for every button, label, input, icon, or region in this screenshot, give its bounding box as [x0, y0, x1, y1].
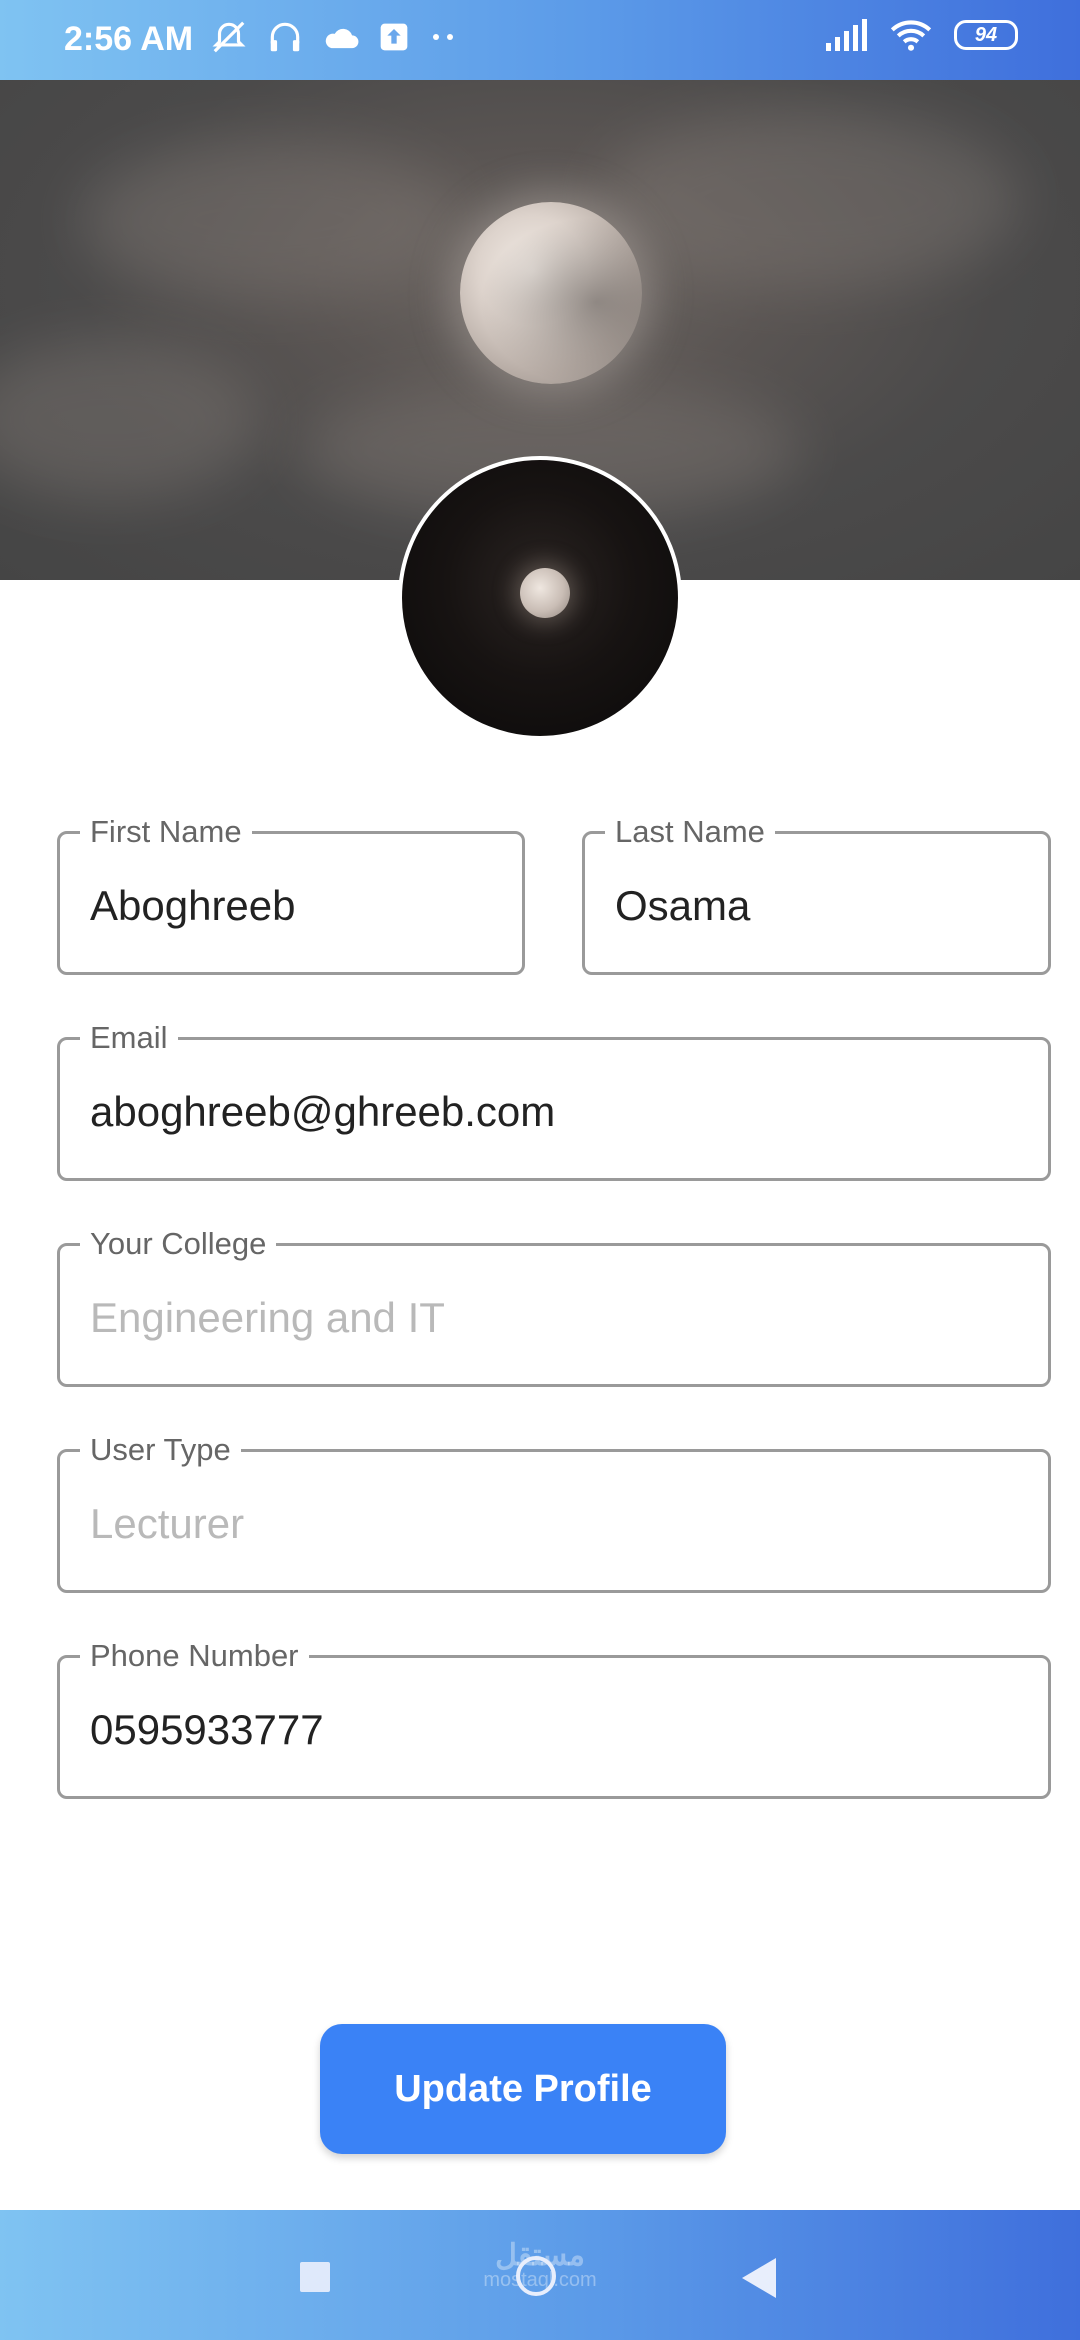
navigation-bar: مستقل mostaql.com — [0, 2210, 1080, 2340]
recents-square-icon[interactable] — [300, 2262, 330, 2292]
signal-icon — [826, 19, 867, 51]
wifi-icon — [890, 20, 932, 51]
cloud-icon — [325, 28, 359, 49]
last-name-label: Last Name — [605, 814, 775, 850]
status-bar: 2:56 AM 94 — [0, 0, 1080, 80]
phone-field[interactable]: Phone Number 0595933777 — [57, 1638, 1051, 1799]
phone-value: 0595933777 — [90, 1706, 324, 1753]
more-dots-icon — [433, 34, 453, 40]
last-name-field[interactable]: Last Name Osama — [582, 814, 1051, 975]
status-time: 2:56 AM — [64, 20, 194, 58]
college-placeholder: Engineering and IT — [90, 1294, 445, 1341]
first-name-value: Aboghreeb — [90, 882, 296, 929]
college-label: Your College — [80, 1226, 277, 1262]
upload-icon — [380, 23, 408, 51]
battery-icon: 94 — [954, 20, 1018, 50]
email-value: aboghreeb@ghreeb.com — [90, 1088, 556, 1135]
notification-icons — [210, 18, 458, 56]
user-type-label: User Type — [80, 1432, 241, 1468]
avatar-moon — [520, 568, 570, 618]
user-type-field[interactable]: User Type Lecturer — [57, 1432, 1051, 1593]
phone-label: Phone Number — [80, 1638, 309, 1674]
home-circle-icon[interactable] — [516, 2256, 556, 2296]
avatar[interactable] — [398, 456, 682, 740]
mute-alarm-icon — [212, 21, 246, 53]
first-name-field[interactable]: First Name Aboghreeb — [57, 814, 525, 975]
user-type-placeholder: Lecturer — [90, 1500, 245, 1547]
back-triangle-icon[interactable] — [742, 2258, 776, 2298]
system-icons: 94 — [826, 18, 1018, 52]
update-profile-button[interactable]: Update Profile — [320, 2024, 726, 2154]
headphones-icon — [270, 22, 300, 52]
email-label: Email — [80, 1020, 178, 1056]
first-name-label: First Name — [80, 814, 252, 850]
last-name-value: Osama — [615, 882, 751, 929]
college-field[interactable]: Your College Engineering and IT — [57, 1226, 1051, 1387]
battery-level: 94 — [974, 23, 998, 46]
email-field[interactable]: Email aboghreeb@ghreeb.com — [57, 1020, 1051, 1181]
